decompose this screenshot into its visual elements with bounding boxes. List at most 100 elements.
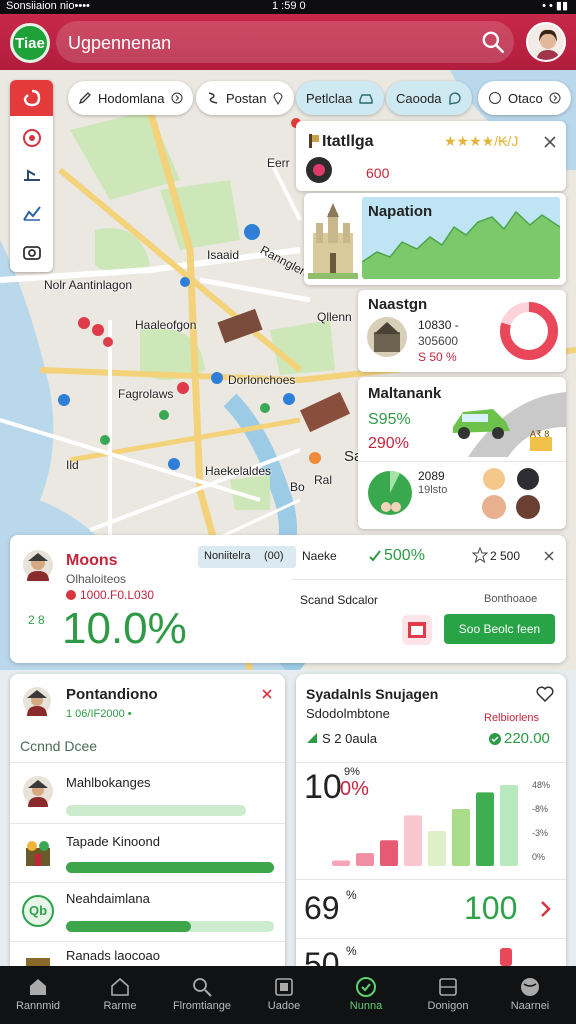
map-label: Fagrolaws (118, 387, 174, 401)
chat-icon (448, 92, 461, 105)
search-bar[interactable]: Ugpennenan (56, 21, 514, 63)
chevron-right-icon[interactable] (540, 900, 552, 918)
chevron-icon (549, 92, 561, 104)
card-line: S 50 % (418, 350, 457, 364)
tool-chart[interactable] (16, 198, 47, 229)
item-label: Neahdaimlana (66, 891, 150, 906)
tag-icon (500, 948, 512, 966)
chip-label: Otaco (508, 90, 543, 106)
list-item[interactable]: Qb Neahdaimlana (10, 883, 285, 941)
donut-chart (500, 302, 558, 360)
badge-icon: Qb (22, 895, 54, 927)
card-title: Itatllga (322, 133, 374, 150)
chart-bar (404, 815, 422, 866)
y-tick-label: -8% (532, 804, 549, 814)
tag-pill[interactable]: Noniitelra (00) (198, 546, 296, 568)
user-avatar[interactable] (526, 22, 566, 62)
check-circle-icon (356, 977, 376, 997)
stat-right-label: Relbiorlens (484, 712, 540, 724)
pin-icon (273, 92, 283, 105)
map-label: Qllenn (317, 310, 352, 324)
camera-icon (22, 245, 41, 260)
app-header: Tiae Ugpennenan (0, 14, 576, 70)
map-label: Bo (290, 480, 305, 494)
progress-bar (66, 862, 274, 873)
grid-icon (439, 978, 457, 996)
avatar (23, 687, 51, 716)
list-item[interactable]: Tapade Kinoond (10, 824, 285, 882)
filter-chip[interactable]: Petlclaa (296, 81, 385, 115)
chip-label: Hodomlana (98, 90, 165, 106)
car-illustration (453, 392, 566, 457)
metric-desc: Bonthoaoe (484, 593, 538, 605)
list-item[interactable]: Ranads laocoao (10, 942, 285, 966)
close-icon[interactable] (262, 689, 272, 699)
stat-left: S 2 0aula (322, 731, 377, 746)
tool-layers[interactable] (10, 80, 53, 116)
calendar-icon[interactable] (400, 613, 434, 647)
maltanank-card[interactable]: Maltanank S95% 290% A₹ 8 2089 19lsto (358, 377, 566, 529)
globe-icon (521, 978, 539, 996)
chart-bar (452, 808, 470, 866)
divider (296, 938, 566, 939)
list-item[interactable]: Mahlbokanges (10, 763, 285, 823)
progress-bar (66, 805, 246, 816)
tool-route[interactable] (16, 160, 47, 191)
tool-target[interactable] (16, 122, 47, 153)
card-title: Napation (368, 203, 433, 220)
metric-star-val: 2 500 (490, 549, 521, 563)
map-label: Isaaid (207, 248, 240, 262)
filter-chip[interactable]: Hodomlana (68, 81, 193, 115)
heart-icon[interactable] (536, 686, 554, 702)
home-icon (30, 979, 46, 995)
route-icon (208, 92, 218, 104)
naastgn-card[interactable]: Naastgn 10830 - 305600 S 50 % (358, 290, 566, 372)
card-line: 10830 - (418, 318, 459, 332)
divider (296, 762, 566, 763)
chip-label: Petlclaa (306, 90, 353, 106)
star-rating: ★★★★/₭/J (444, 133, 519, 149)
app-logo[interactable]: Tiae (10, 23, 50, 63)
item-label: Mahlbokanges (66, 775, 151, 790)
divider (358, 461, 566, 462)
star-outline-icon[interactable] (472, 547, 488, 563)
y-tick-label: 48% (532, 780, 551, 790)
card-title: Naastgn (368, 296, 428, 313)
check-circle-icon (489, 733, 501, 745)
search-icon[interactable] (480, 29, 506, 55)
search-icon (193, 978, 212, 997)
filter-chip[interactable]: Otaco (478, 81, 571, 115)
building-icon (26, 841, 50, 866)
tool-camera[interactable] (16, 236, 47, 267)
location-card[interactable]: Itatllga ★★★★/₭/J 600 (296, 121, 566, 191)
nav-item-naarnei[interactable]: Naarnei (482, 966, 576, 1024)
y-tick-label: -3% (532, 828, 549, 838)
status-left: Sonsiiaion nio•••• (6, 0, 90, 12)
close-icon[interactable] (544, 136, 556, 148)
card-line: 305600 (418, 334, 459, 348)
action-button[interactable]: Soo Beolc feen (444, 614, 555, 644)
filter-chip[interactable]: Postan (196, 81, 295, 115)
flag-icon (309, 134, 319, 148)
status-right: • • ▮▮ (542, 0, 568, 12)
place-thumbnail (306, 157, 332, 183)
chart-icon (22, 205, 41, 221)
map-label: Haaleofgon (135, 318, 197, 332)
panel-title: Pontandiono (66, 686, 158, 703)
media-icon (275, 978, 293, 996)
price-badge: A₹ 8 (530, 429, 550, 439)
chart-bar (476, 792, 494, 866)
metric-card[interactable]: Moons Olhaloiteos 1000.F0.L030 2 8 10.0%… (10, 535, 566, 663)
big-number: 50 (304, 946, 340, 966)
chip-label: Postan (226, 90, 267, 106)
left-panel: Pontandiono 1 06/IF2000 • Ccnnd Dcee Mah… (10, 674, 285, 966)
napation-card[interactable]: Napation (304, 193, 566, 285)
chevron-icon (171, 92, 182, 104)
route-icon (23, 168, 40, 181)
panel-sub: Sdodolmbtone (306, 706, 390, 721)
filter-chip[interactable]: Caooda (386, 81, 472, 115)
tag-num: (00) (264, 550, 284, 562)
alert-icon (66, 590, 76, 600)
big-number-sup: % (346, 888, 357, 902)
close-icon[interactable] (544, 551, 554, 561)
